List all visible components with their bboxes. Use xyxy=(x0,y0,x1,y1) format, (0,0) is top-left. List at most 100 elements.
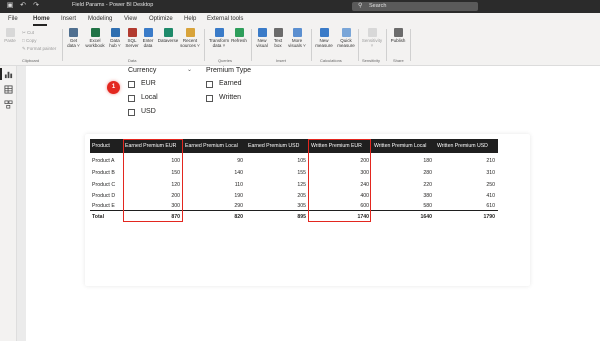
sql-server-label: SQL Server xyxy=(125,38,139,48)
enter-data-button[interactable]: Enter data xyxy=(142,28,154,48)
table-row-label: Product D xyxy=(92,193,116,199)
table-total-cell: 820 xyxy=(234,214,243,220)
table-cell: 90 xyxy=(237,158,243,164)
table-cell: 210 xyxy=(486,158,495,164)
format-painter-label: Format painter xyxy=(27,46,57,51)
sql-server-button[interactable]: SQL Server xyxy=(124,28,140,48)
copy-button[interactable]: □ Copy xyxy=(22,38,36,43)
option-earned[interactable]: Earned xyxy=(219,80,242,87)
search-placeholder: Search xyxy=(369,3,387,9)
table-cell: 105 xyxy=(297,158,306,164)
calculations-group-label: Calculations xyxy=(320,58,342,63)
checkbox-eur[interactable] xyxy=(128,81,135,88)
tab-optimize[interactable]: Optimize xyxy=(149,16,173,22)
recent-sources-icon xyxy=(185,28,195,37)
new-visual-button[interactable]: New visual xyxy=(255,28,269,48)
table-cell: 280 xyxy=(423,170,432,176)
more-visuals-icon xyxy=(292,28,302,37)
table-cell: 155 xyxy=(297,170,306,176)
search-box[interactable]: ⚲ Search xyxy=(352,2,478,11)
option-eur[interactable]: EUR xyxy=(141,80,156,87)
sensitivity-label: Sensitivity ˅ xyxy=(361,38,383,48)
column-header-written-premium-usd[interactable]: Written Premium USD xyxy=(437,143,488,149)
refresh-button[interactable]: Refresh xyxy=(230,28,248,43)
more-visuals-label: More visuals ˅ xyxy=(288,38,306,48)
option-usd[interactable]: USD xyxy=(141,108,156,115)
checkbox-earned[interactable] xyxy=(206,81,213,88)
get-data-button[interactable]: Get data ˅ xyxy=(66,28,81,48)
transform-data-button[interactable]: Transform data ˅ xyxy=(208,28,230,48)
step-badge: 1 xyxy=(107,81,120,94)
tab-view[interactable]: View xyxy=(124,16,137,22)
checkbox-local[interactable] xyxy=(128,95,135,102)
column-header-product[interactable]: Product xyxy=(92,143,110,149)
quick-measure-button[interactable]: Quick measure xyxy=(335,28,357,48)
checkbox-usd[interactable] xyxy=(128,109,135,116)
new-measure-label: New measure xyxy=(315,38,333,48)
recent-sources-button[interactable]: Recent sources ˅ xyxy=(180,28,200,48)
tab-external-tools[interactable]: External tools xyxy=(207,16,243,22)
tab-file[interactable]: File xyxy=(8,16,18,22)
table-cell: 380 xyxy=(423,193,432,199)
excel-workbook-label: Excel workbook xyxy=(85,38,105,48)
publish-label: Publish xyxy=(390,38,406,43)
sensitivity-button[interactable]: Sensitivity ˅ xyxy=(360,28,384,48)
table-view-icon[interactable] xyxy=(4,85,13,94)
ribbon: Paste ✂ Cut □ Copy ✎ Format painter Clip… xyxy=(0,26,600,66)
report-view-icon[interactable] xyxy=(4,70,13,79)
tab-home[interactable]: Home xyxy=(33,16,50,22)
table-icon xyxy=(143,28,153,37)
tab-insert[interactable]: Insert xyxy=(61,16,76,22)
table-cell: 190 xyxy=(234,193,243,199)
dataverse-button[interactable]: Dataverse xyxy=(156,28,180,43)
table-cell: 310 xyxy=(486,170,495,176)
column-header-earned-premium-local[interactable]: Earned Premium Local xyxy=(185,143,238,149)
publish-button[interactable]: Publish xyxy=(389,28,407,43)
paste-button[interactable]: Paste xyxy=(3,28,17,43)
tab-help[interactable]: Help xyxy=(184,16,196,22)
data-hub-button[interactable]: Data hub ˅ xyxy=(108,28,122,48)
option-local[interactable]: Local xyxy=(141,94,158,101)
chevron-down-icon[interactable]: ⌄ xyxy=(187,66,192,73)
excel-workbook-button[interactable]: Excel workbook xyxy=(84,28,106,48)
format-painter-button[interactable]: ✎ Format painter xyxy=(22,46,56,52)
undo-icon[interactable]: ↶ xyxy=(19,2,27,10)
refresh-label: Refresh xyxy=(231,38,247,43)
group-divider xyxy=(204,29,205,61)
table-cell: 140 xyxy=(234,170,243,176)
text-box-label: Text box xyxy=(273,38,283,48)
enter-data-label: Enter data xyxy=(142,38,154,48)
queries-group-label: Queries xyxy=(218,58,233,63)
table-row-label: Product E xyxy=(92,203,115,209)
sql-server-icon xyxy=(127,28,137,37)
group-divider xyxy=(311,29,312,61)
option-written[interactable]: Written xyxy=(219,94,241,101)
table-cell: 110 xyxy=(234,182,243,188)
checkbox-written[interactable] xyxy=(206,95,213,102)
left-nav xyxy=(0,66,17,341)
search-icon: ⚲ xyxy=(358,3,363,9)
table-cell: 205 xyxy=(297,193,306,199)
more-visuals-button[interactable]: More visuals ˅ xyxy=(287,28,307,48)
column-header-written-premium-local[interactable]: Written Premium Local xyxy=(374,143,426,149)
data-hub-icon xyxy=(110,28,120,37)
group-divider xyxy=(251,29,252,61)
table-row-label: Product C xyxy=(92,182,116,188)
new-measure-button[interactable]: New measure xyxy=(314,28,334,48)
tab-modeling[interactable]: Modeling xyxy=(88,16,112,22)
publish-icon xyxy=(393,28,403,37)
highlight-written-premium-eur xyxy=(308,139,371,222)
cut-button[interactable]: ✂ Cut xyxy=(22,30,34,36)
sensitivity-group-label: Sensitivity xyxy=(362,58,381,63)
column-header-earned-premium-usd[interactable]: Earned Premium USD xyxy=(248,143,299,149)
new-visual-icon xyxy=(257,28,267,37)
redo-icon[interactable]: ↷ xyxy=(32,2,40,10)
table-cell: 580 xyxy=(423,203,432,209)
window-title: Field Params - Power BI Desktop xyxy=(72,2,154,8)
model-view-icon[interactable] xyxy=(4,100,13,109)
text-box-button[interactable]: Text box xyxy=(272,28,284,48)
get-data-label: Get data ˅ xyxy=(67,38,80,48)
refresh-icon xyxy=(234,28,244,37)
save-icon[interactable]: ▣ xyxy=(6,2,14,10)
table-row-label: Product B xyxy=(92,170,115,176)
